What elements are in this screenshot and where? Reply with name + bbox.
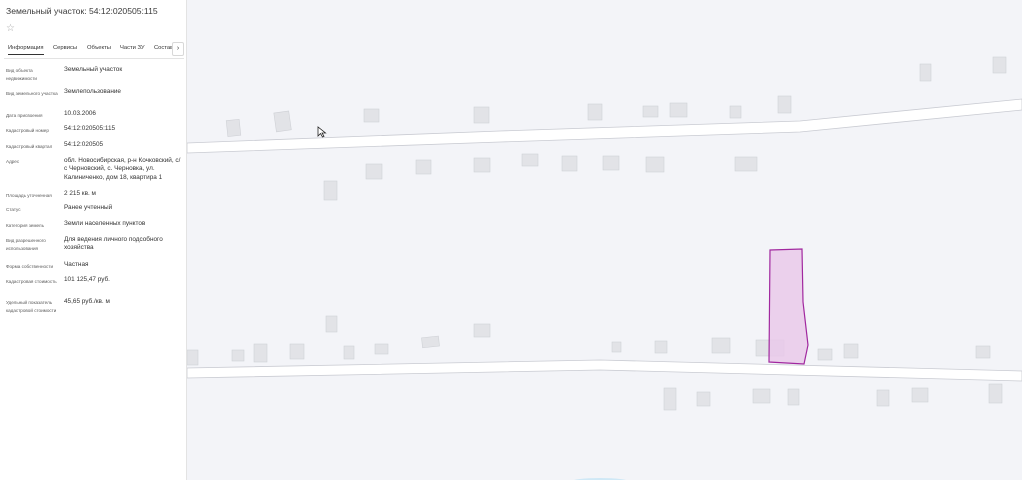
field-label-cadastral-number: Кадастровый номер [6, 128, 49, 133]
field-label-cadastral-value: Кадастровая стоимость [6, 279, 57, 284]
tab-objects[interactable]: Объекты [87, 45, 111, 51]
map-canvas[interactable] [187, 0, 1022, 480]
field-label-land-type: Вид земельного участка [6, 91, 58, 96]
field-value-land-type: Землепользование [64, 88, 121, 95]
building [187, 349, 199, 366]
building [289, 343, 305, 360]
building [911, 387, 929, 403]
building [421, 335, 440, 349]
building [231, 349, 245, 362]
building [787, 388, 800, 406]
building [273, 110, 292, 133]
tab-parts[interactable]: Части ЗУ [120, 45, 145, 51]
building [642, 105, 659, 118]
building [343, 345, 355, 360]
field-value-assign-date: 10.03.2006 [64, 110, 96, 117]
field-value-status: Ранее учтенный [64, 204, 113, 211]
building [587, 103, 603, 121]
building [645, 156, 665, 173]
field-label-address: Адрес [6, 159, 20, 164]
field-value-area: 2 215 кв. м [64, 190, 96, 197]
field-value-ownership: Частная [64, 261, 89, 268]
building [415, 159, 432, 175]
building [876, 389, 890, 407]
building [729, 105, 742, 119]
building [325, 315, 338, 333]
field-label-permitted-use: Вид разрешенного использования [6, 238, 46, 251]
tab-info[interactable]: Информация [8, 45, 44, 55]
field-label-area: Площадь уточненная [6, 193, 52, 198]
field-value-object-type: Земельный участок [64, 66, 123, 73]
field-value-permitted-use: Для ведения личного подсобного хозяйства [64, 236, 163, 252]
building [992, 56, 1007, 74]
field-label-assign-date: Дата присвоения [6, 113, 43, 118]
building [663, 387, 677, 411]
building [473, 323, 491, 338]
tab-bar: Информация Сервисы Объекты Части ЗУ Сост… [4, 42, 184, 59]
star-outline-icon[interactable]: ☆ [6, 22, 15, 36]
building [323, 180, 338, 201]
map-background [187, 0, 1022, 480]
panel-title: Земельный участок: 54:12:020505:115 [6, 6, 158, 16]
field-value-cadastral-number: 54:12:020505:115 [64, 125, 116, 132]
building [611, 341, 622, 353]
field-value-land-category: Земли населенных пунктов [64, 220, 146, 227]
building [521, 153, 539, 167]
building [975, 345, 991, 359]
tab-services[interactable]: Сервисы [53, 45, 77, 51]
building [711, 337, 731, 354]
building [253, 343, 268, 363]
building [777, 95, 792, 114]
building [654, 340, 668, 354]
chevron-right-icon[interactable]: › [172, 42, 184, 56]
building [919, 63, 932, 82]
building [363, 108, 380, 123]
building [734, 156, 758, 172]
field-value-cadastral-quarter[interactable]: 54:12:020505 [64, 141, 182, 149]
mouse-pointer-icon [317, 126, 327, 138]
building [374, 343, 389, 355]
field-label-land-category: Категория земель [6, 223, 44, 228]
field-value-specific-value: 45,65 руб./кв. м [64, 298, 110, 305]
building [473, 157, 491, 173]
tab-composition[interactable]: Состав [154, 45, 173, 51]
building [602, 155, 620, 171]
field-value-cadastral-value: 101 125,47 руб. [64, 276, 110, 283]
selected-parcel[interactable] [768, 248, 809, 365]
field-label-ownership: Форма собственности [6, 264, 54, 269]
building [365, 163, 383, 180]
building [669, 102, 688, 118]
field-label-object-type: Вид объекта недвижимости [6, 68, 37, 81]
building [988, 383, 1003, 404]
field-label-specific-value: Удельный показатель кадастровой стоимост… [6, 300, 57, 313]
field-label-cadastral-quarter: Кадастровый квартал [6, 144, 53, 149]
building [843, 343, 859, 359]
field-value-address: обл. Новосибирская, р-н Кочковский, с/с … [64, 157, 181, 181]
building [817, 348, 833, 361]
building [225, 118, 242, 137]
building [752, 388, 771, 404]
building [696, 391, 711, 407]
info-panel: Земельный участок: 54:12:020505:115 ☆ Ин… [0, 0, 187, 480]
building [561, 155, 578, 172]
building [473, 106, 490, 124]
field-label-status: Статус [6, 207, 21, 212]
